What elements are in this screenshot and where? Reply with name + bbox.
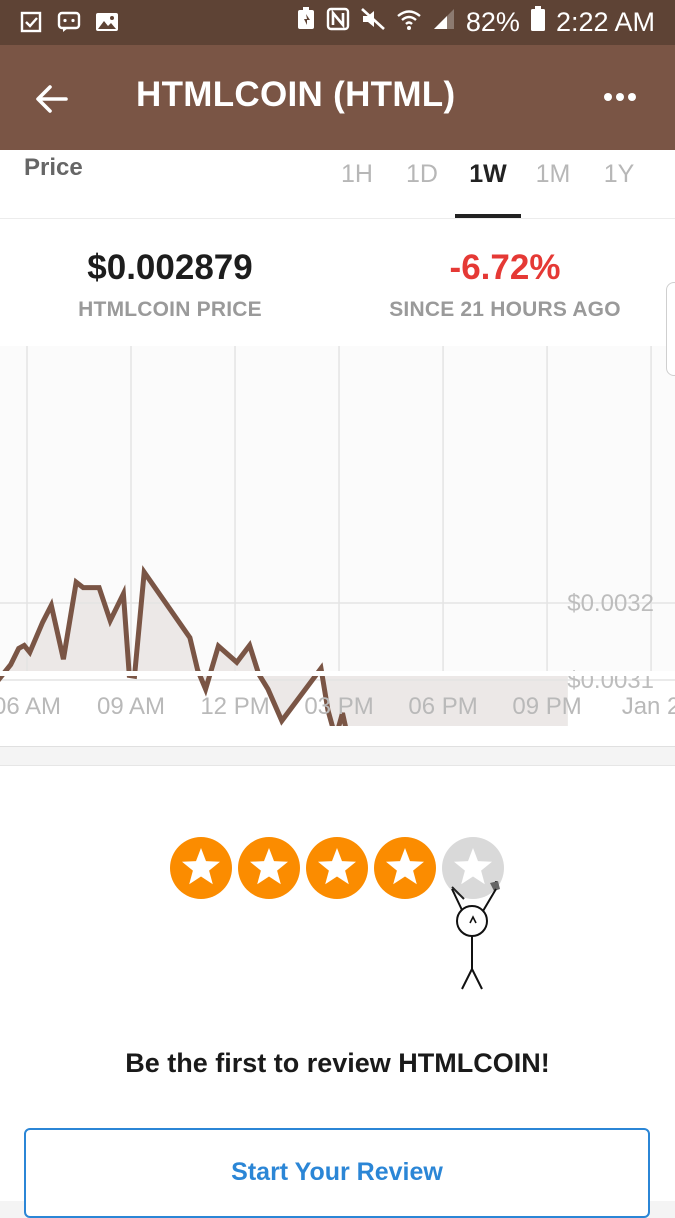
price-chart[interactable]: $0.0032$0.0031$0.003$0.002906 AM09 AM12 … <box>0 346 675 726</box>
y-tick-label: $0.0032 <box>567 590 654 617</box>
price-stat: $0.002879 HTMLCOIN PRICE <box>60 248 280 322</box>
filled-star-icon <box>374 837 436 899</box>
app-bar: HTMLCOIN (HTML) <box>0 45 675 150</box>
battery-percent: 82% <box>465 7 520 37</box>
tab-1m[interactable]: 1M <box>520 160 586 189</box>
checkbox-icon <box>18 9 44 35</box>
filled-star-icon <box>306 837 368 899</box>
image-icon <box>94 9 120 35</box>
price-value: $0.002879 <box>87 248 253 287</box>
price-section-label: Price <box>24 154 83 181</box>
battery-saver-icon <box>296 7 316 38</box>
change-caption: SINCE 21 HOURS AGO <box>389 298 621 321</box>
side-panel-handle[interactable] <box>666 282 675 376</box>
signal-icon <box>432 7 456 38</box>
x-tick-label: 06 PM <box>408 693 477 720</box>
x-tick-label: 06 AM <box>0 693 61 720</box>
timeframe-tabs: Price 1H 1D 1W 1M 1Y <box>0 150 675 219</box>
price-caption: HTMLCOIN PRICE <box>78 298 262 321</box>
change-value: -6.72% <box>449 248 561 287</box>
start-review-button[interactable]: Start Your Review <box>24 1128 650 1218</box>
filled-star-icon <box>170 837 232 899</box>
x-tick-label: 09 AM <box>97 693 165 720</box>
chat-icon <box>56 9 82 35</box>
page-title: HTMLCOIN (HTML) <box>136 75 456 114</box>
more-options-icon[interactable] <box>603 85 637 109</box>
tab-1h[interactable]: 1H <box>324 160 390 189</box>
clock: 2:22 AM <box>555 7 655 37</box>
tab-1y[interactable]: 1Y <box>586 160 652 189</box>
battery-icon <box>530 6 546 39</box>
status-bar: 82% 2:22 AM <box>0 0 675 45</box>
tab-1d[interactable]: 1D <box>389 160 455 189</box>
back-arrow-icon[interactable] <box>34 81 70 117</box>
review-card: Be the first to review HTMLCOIN! Start Y… <box>0 765 675 1218</box>
x-tick-label: 12 PM <box>200 693 269 720</box>
price-card: Price 1H 1D 1W 1M 1Y $0.002879 HTMLCOIN … <box>0 150 675 747</box>
review-heading: Be the first to review HTMLCOIN! <box>125 1048 550 1078</box>
x-tick-label: 03 PM <box>304 693 373 720</box>
stickman-illustration <box>451 881 500 990</box>
mute-icon <box>360 7 386 38</box>
wifi-icon <box>396 7 422 38</box>
x-axis-band <box>0 671 675 676</box>
x-tick-label: Jan 2 <box>622 693 675 720</box>
tab-1w[interactable]: 1W <box>455 160 521 189</box>
nfc-icon <box>326 7 350 38</box>
active-tab-indicator <box>455 214 521 218</box>
filled-star-icon <box>238 837 300 899</box>
x-tick-label: 09 PM <box>512 693 581 720</box>
change-stat: -6.72% SINCE 21 HOURS AGO <box>380 248 630 322</box>
